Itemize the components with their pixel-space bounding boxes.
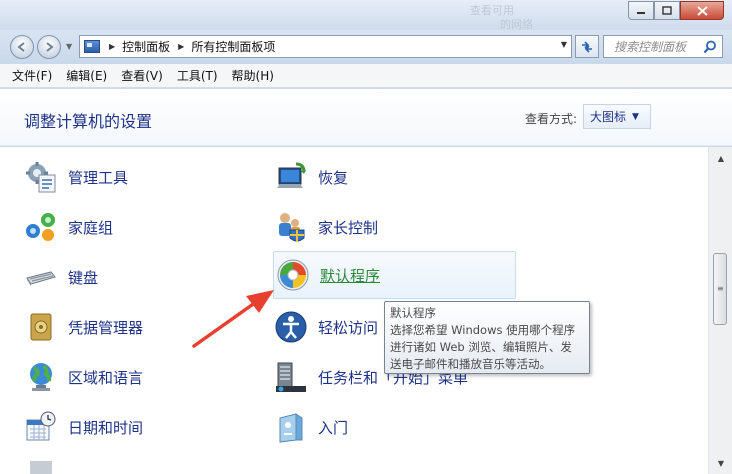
menu-tools[interactable]: 工具(T) [177, 67, 218, 84]
item-label: 键盘 [68, 268, 99, 287]
item-admin-tools[interactable]: 管理工具 [24, 155, 128, 199]
address-bar[interactable]: ▶ 控制面板 ▶ 所有控制面板项 ▼ [79, 35, 572, 58]
chevron-down-icon: ▼ [632, 111, 639, 122]
item-label: 凭据管理器 [68, 318, 144, 337]
forward-arrow-icon [46, 42, 54, 52]
item-homegroup[interactable]: 家庭组 [24, 205, 113, 249]
search-input[interactable]: 搜索控制面板 [603, 35, 723, 58]
control-panel-icon [84, 40, 100, 53]
close-button[interactable] [680, 1, 724, 20]
taskbar-icon [276, 362, 306, 392]
item-label: 家长控制 [318, 218, 379, 237]
parental-controls-icon [279, 213, 305, 242]
item-date-time[interactable]: 日期和时间 [24, 405, 143, 449]
scrollbar-thumb[interactable]: ≡ [713, 253, 727, 325]
item-parental-controls[interactable]: 家长控制 [274, 205, 378, 249]
view-by-label: 查看方式: [525, 112, 578, 126]
view-by-dropdown[interactable]: 大图标 ▼ [583, 104, 651, 129]
close-icon [696, 5, 708, 16]
item-label: 入门 [318, 418, 349, 437]
menu-edit[interactable]: 编辑(E) [66, 67, 107, 84]
navigation-bar: ▼ ▶ 控制面板 ▶ 所有控制面板项 ▼ 搜索控制面板 [0, 30, 732, 64]
search-icon[interactable] [703, 40, 717, 54]
item-ease-of-access[interactable]: 轻松访问 [274, 305, 378, 349]
back-arrow-icon [17, 42, 25, 52]
search-placeholder: 搜索控制面板 [614, 40, 687, 54]
title-bar: 查看可用 的网络 [0, 0, 732, 31]
item-label: 日期和时间 [68, 418, 144, 437]
tooltip-line: 送电子邮件和播放音乐等活动。 [390, 357, 551, 371]
homegroup-icon [26, 213, 55, 241]
maximize-button[interactable] [654, 1, 680, 20]
tooltip: 默认程序 选择您希望 Windows 使用哪个程序 进行诸如 Web 浏览、编辑… [384, 301, 590, 374]
scroll-down-arrow-icon[interactable]: ▼ [711, 454, 731, 472]
address-dropdown-icon[interactable]: ▼ [561, 40, 567, 49]
view-by-value: 大图标 [590, 110, 627, 124]
date-time-icon [26, 411, 56, 441]
tooltip-title: 默认程序 [390, 306, 436, 320]
item-region-language[interactable]: 区域和语言 [24, 355, 143, 399]
back-button[interactable] [10, 35, 34, 59]
item-getting-started[interactable]: 入门 [274, 405, 348, 449]
getting-started-icon [279, 413, 303, 443]
vertical-scrollbar[interactable]: ▲ ≡ ▼ [708, 147, 732, 474]
item-credential-manager[interactable]: 凭据管理器 [24, 305, 143, 349]
item-default-programs[interactable]: 默认程序 [273, 251, 516, 299]
menu-view[interactable]: 查看(V) [121, 67, 163, 84]
minimize-icon [637, 11, 645, 14]
region-language-icon [30, 363, 52, 391]
item-label: 轻松访问 [318, 318, 379, 337]
menu-help[interactable]: 帮助(H) [232, 67, 274, 84]
forward-button[interactable] [37, 35, 61, 59]
item-keyboard[interactable]: 键盘 [24, 255, 98, 299]
credential-manager-icon [30, 313, 52, 341]
admin-tools-icon [26, 162, 56, 193]
control-panel-items: 管理工具 家庭组 键盘 凭据管理器 区域和语言 日期和时间 恢复 家长控制 默认… [0, 147, 708, 474]
window-controls [628, 1, 724, 20]
ease-of-access-icon [275, 311, 307, 343]
refresh-icon [582, 40, 592, 53]
item-recovery[interactable]: 恢复 [274, 155, 348, 199]
item-label: 默认程序 [320, 266, 381, 285]
item-label: 区域和语言 [68, 368, 144, 387]
item-label: 家庭组 [68, 218, 114, 237]
item-label: 恢复 [318, 168, 349, 187]
recent-pages-chevron-icon[interactable]: ▼ [66, 42, 72, 51]
breadcrumb-chevron-icon[interactable]: ▶ [178, 42, 184, 51]
keyboard-icon [26, 271, 56, 286]
page-header: 调整计算机的设置 查看方式: 大图标 ▼ [0, 89, 732, 146]
page-title: 调整计算机的设置 [24, 112, 153, 131]
refresh-button[interactable] [575, 35, 599, 58]
breadcrumb-all-items[interactable]: 所有控制面板项 [191, 38, 275, 55]
scroll-up-arrow-icon[interactable]: ▲ [711, 149, 731, 167]
grip-icon: ≡ [717, 284, 724, 293]
item-label: 管理工具 [68, 168, 129, 187]
breadcrumb-chevron-icon[interactable]: ▶ [109, 42, 115, 51]
breadcrumb-control-panel[interactable]: 控制面板 [122, 38, 170, 55]
maximize-icon [662, 6, 672, 15]
menu-file[interactable]: 文件(F) [12, 67, 52, 84]
default-programs-icon [277, 259, 309, 291]
minimize-button[interactable] [628, 1, 654, 20]
menu-bar: 文件(F) 编辑(E) 查看(V) 工具(T) 帮助(H) [0, 64, 732, 88]
tooltip-line: 选择您希望 Windows 使用哪个程序 [390, 323, 576, 337]
recovery-icon [277, 162, 306, 188]
partial-item-icon [30, 461, 52, 474]
tooltip-line: 进行诸如 Web 浏览、编辑照片、发 [390, 340, 572, 354]
